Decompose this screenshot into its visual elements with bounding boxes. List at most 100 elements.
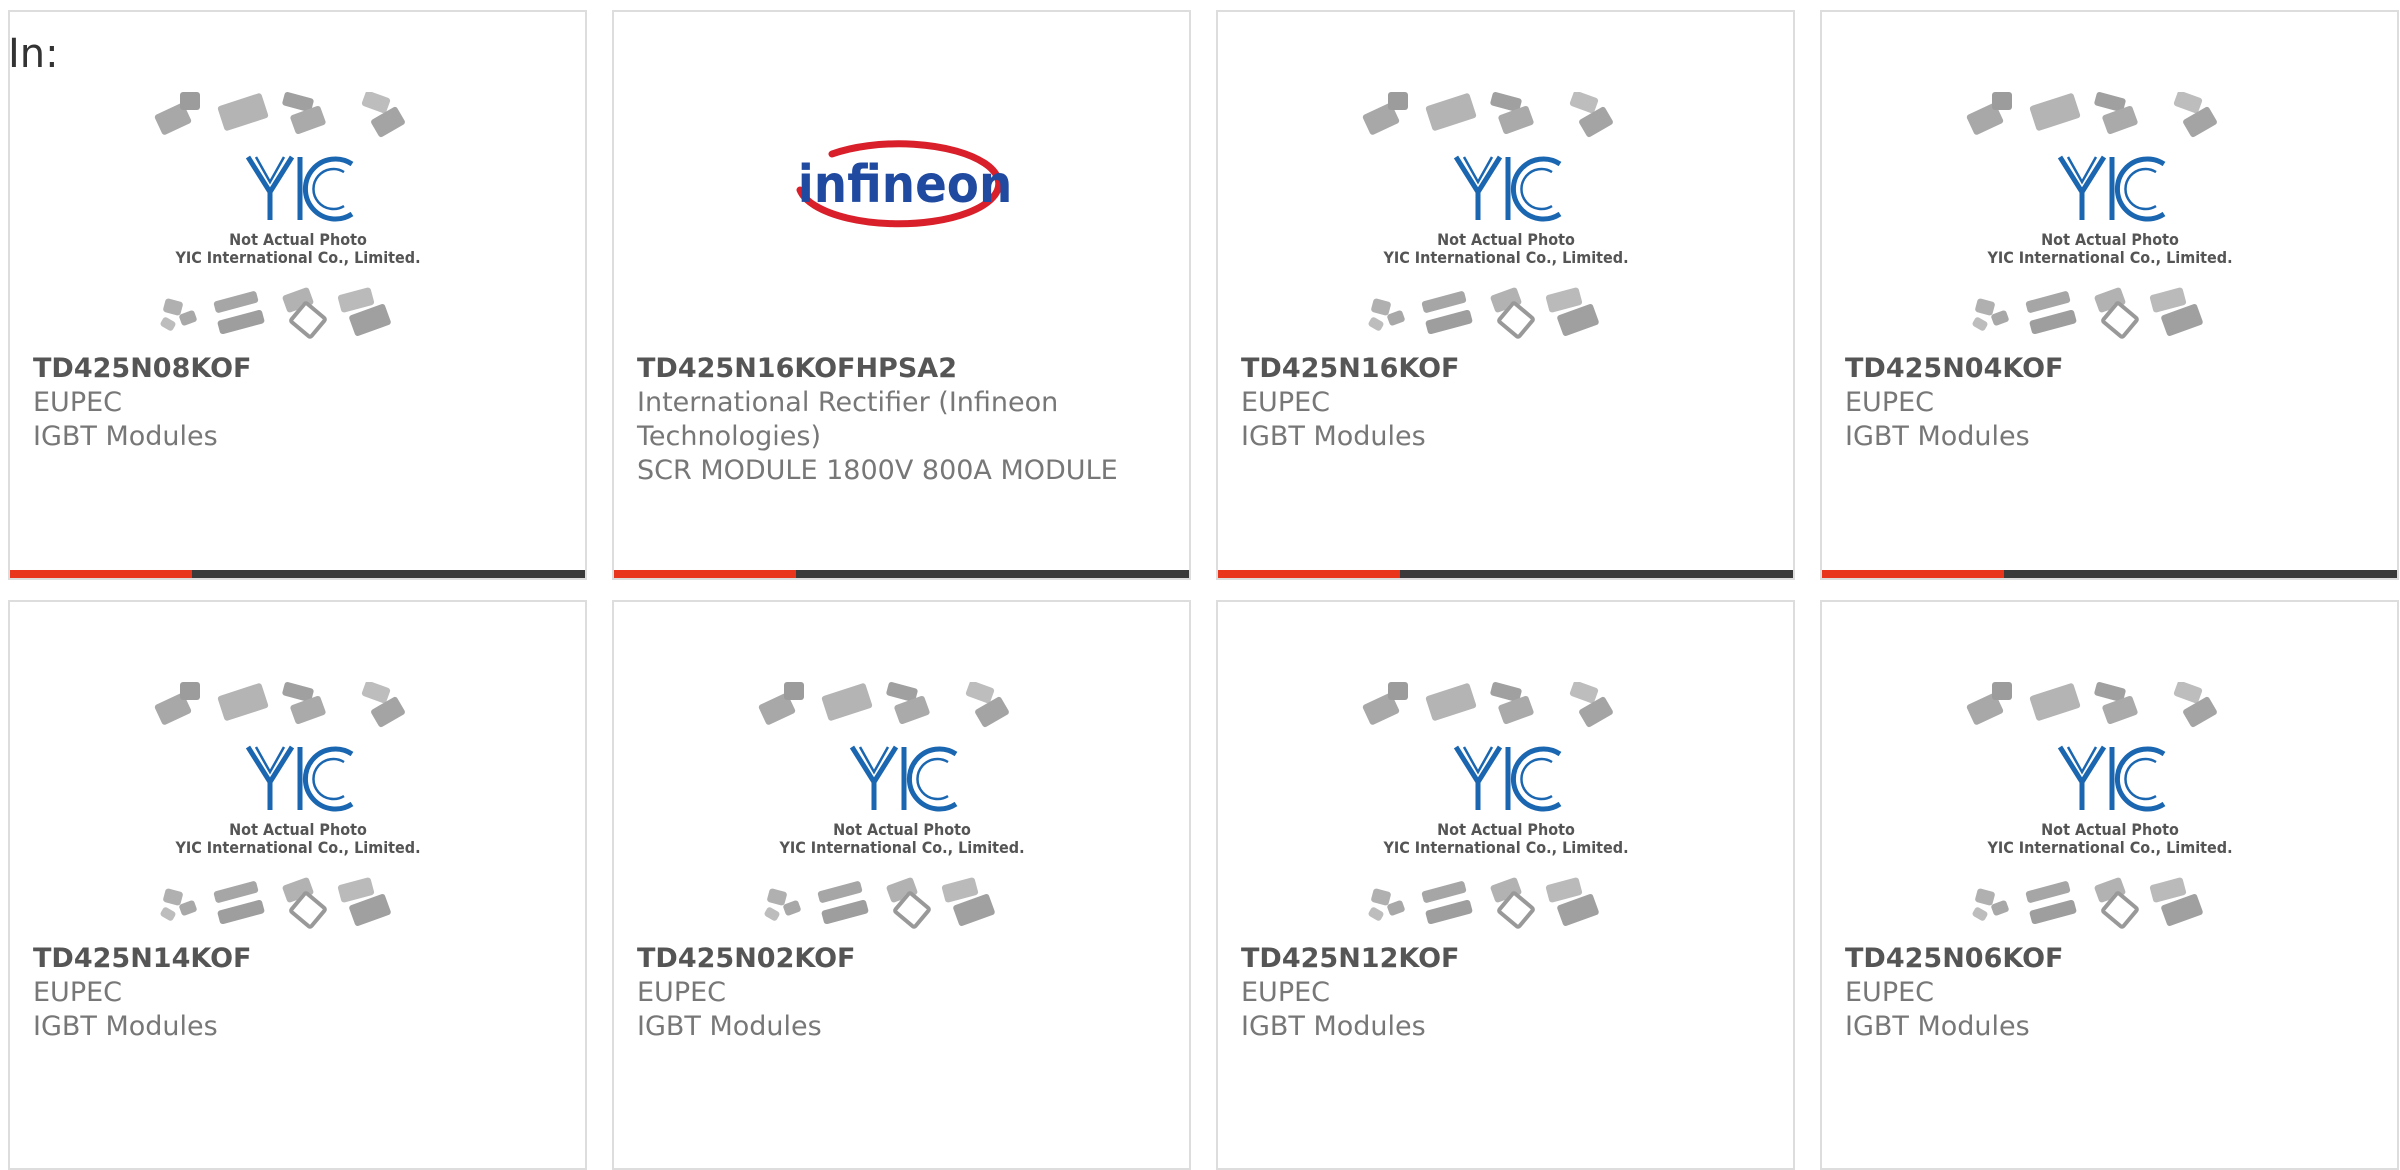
product-card-1[interactable]: infineon TD425N16KOFHPSA2 International … xyxy=(612,10,1191,580)
product-category: IGBT Modules xyxy=(33,1011,218,1042)
yic-logo xyxy=(245,745,353,812)
card-progress-accent xyxy=(10,570,192,578)
yic-placeholder-image: Not Actual PhotoYIC International Co., L… xyxy=(154,682,420,929)
not-actual-photo-text: Not Actual Photo xyxy=(229,820,367,839)
not-actual-photo-text: Not Actual Photo xyxy=(1437,230,1575,249)
chip-cluster-top xyxy=(1362,92,1613,138)
product-part-number[interactable]: TD425N02KOF xyxy=(637,942,1171,976)
product-card-0[interactable]: Not Actual Photo YIC International Co., L… xyxy=(8,10,587,580)
product-manufacturer: EUPEC xyxy=(637,977,727,1008)
company-name-text: YIC International Co., Limited. xyxy=(174,248,420,267)
company-name-text: YIC International Co., Limited. xyxy=(174,838,420,857)
product-image[interactable]: Not Actual Photo YIC International Co., L… xyxy=(1218,682,1793,952)
product-category: IGBT Modules xyxy=(1241,421,1426,452)
product-part-number[interactable]: TD425N06KOF xyxy=(1845,942,2379,976)
product-image[interactable]: Not Actual Photo YIC International Co., L… xyxy=(1822,92,2397,362)
product-info: TD425N06KOF EUPEC IGBT Modules xyxy=(1845,942,2379,1044)
card-progress-bar xyxy=(10,570,585,578)
yic-logo xyxy=(1453,745,1561,812)
not-actual-photo-text: Not Actual Photo xyxy=(2041,820,2179,839)
card-progress-accent xyxy=(1822,570,2004,578)
product-manufacturer: EUPEC xyxy=(1241,977,1331,1008)
chip-cluster-bottom xyxy=(1972,877,2203,929)
product-info: TD425N12KOF EUPEC IGBT Modules xyxy=(1241,942,1775,1044)
yic-placeholder-image: Not Actual PhotoYIC International Co., L… xyxy=(1362,682,1628,929)
product-part-number[interactable]: TD425N14KOF xyxy=(33,942,567,976)
product-image[interactable]: Not Actual Photo YIC International Co., L… xyxy=(1822,682,2397,952)
card-progress-accent xyxy=(1218,570,1400,578)
product-category: IGBT Modules xyxy=(1845,1011,2030,1042)
product-manufacturer: International Rectifier (Infineon Techno… xyxy=(637,387,1059,452)
product-part-number[interactable]: TD425N04KOF xyxy=(1845,352,2379,386)
card-progress-bar xyxy=(1218,570,1793,578)
yic-logo xyxy=(2057,155,2165,222)
product-part-number[interactable]: TD425N16KOF xyxy=(1241,352,1775,386)
product-part-number[interactable]: TD425N16KOFHPSA2 xyxy=(637,352,1171,386)
product-info: TD425N14KOF EUPEC IGBT Modules xyxy=(33,942,567,1044)
company-name-text: YIC International Co., Limited. xyxy=(778,838,1024,857)
infineon-logo: infineon xyxy=(796,140,1012,228)
product-info: TD425N02KOF EUPEC IGBT Modules xyxy=(637,942,1171,1044)
product-image[interactable]: Not Actual Photo YIC International Co., L… xyxy=(1218,92,1793,362)
product-category: IGBT Modules xyxy=(1241,1011,1426,1042)
product-info: TD425N08KOF EUPEC IGBT Modules xyxy=(33,352,567,454)
yic-placeholder-image: Not Actual PhotoYIC International Co., L… xyxy=(758,682,1024,929)
chip-cluster-bottom xyxy=(160,287,391,339)
company-name-text: YIC International Co., Limited. xyxy=(1986,838,2232,857)
yic-placeholder-image: Not Actual PhotoYIC International Co., L… xyxy=(1966,92,2232,339)
company-name-text: YIC International Co., Limited. xyxy=(1382,838,1628,857)
product-info: TD425N04KOF EUPEC IGBT Modules xyxy=(1845,352,2379,454)
not-actual-photo-text: Not Actual Photo xyxy=(229,230,367,249)
product-card-6[interactable]: Not Actual Photo YIC International Co., L… xyxy=(1216,600,1795,1170)
product-category: IGBT Modules xyxy=(637,1011,822,1042)
not-actual-photo-text: Not Actual Photo xyxy=(2041,230,2179,249)
product-grid: Not Actual Photo YIC International Co., L… xyxy=(8,10,2399,1170)
product-card-5[interactable]: Not Actual Photo YIC International Co., L… xyxy=(612,600,1191,1170)
yic-logo xyxy=(2057,745,2165,812)
product-manufacturer: EUPEC xyxy=(33,977,123,1008)
product-card-2[interactable]: Not Actual Photo YIC International Co., L… xyxy=(1216,10,1795,580)
chip-cluster-top xyxy=(1966,682,2217,728)
product-card-7[interactable]: Not Actual Photo YIC International Co., L… xyxy=(1820,600,2399,1170)
product-card-3[interactable]: Not Actual Photo YIC International Co., L… xyxy=(1820,10,2399,580)
not-actual-photo-text: Not Actual Photo xyxy=(1437,820,1575,839)
yic-logo xyxy=(1453,155,1561,222)
product-image[interactable]: Not Actual Photo YIC International Co., L… xyxy=(10,682,585,952)
yic-logo xyxy=(245,155,353,222)
chip-cluster-top xyxy=(758,682,1009,728)
filter-label: In: xyxy=(8,31,59,77)
product-card-4[interactable]: Not Actual Photo YIC International Co., L… xyxy=(8,600,587,1170)
product-manufacturer: EUPEC xyxy=(1241,387,1331,418)
product-category: SCR MODULE 1800V 800A MODULE xyxy=(637,455,1118,486)
yic-placeholder-image: Not Actual PhotoYIC International Co., L… xyxy=(1966,682,2232,929)
card-progress-bar xyxy=(1822,570,2397,578)
chip-cluster-bottom xyxy=(764,877,995,929)
chip-cluster-bottom xyxy=(1368,287,1599,339)
product-category: IGBT Modules xyxy=(1845,421,2030,452)
chip-cluster-bottom xyxy=(1972,287,2203,339)
product-manufacturer: EUPEC xyxy=(1845,387,1935,418)
not-actual-photo-text: Not Actual Photo xyxy=(833,820,971,839)
chip-cluster-top xyxy=(154,682,405,728)
company-name-text: YIC International Co., Limited. xyxy=(1382,248,1628,267)
product-info: TD425N16KOF EUPEC IGBT Modules xyxy=(1241,352,1775,454)
product-manufacturer: EUPEC xyxy=(1845,977,1935,1008)
product-image[interactable]: Not Actual Photo YIC International Co., L… xyxy=(10,92,585,362)
product-part-number[interactable]: TD425N08KOF xyxy=(33,352,567,386)
company-name-text: YIC International Co., Limited. xyxy=(1986,248,2232,267)
chip-cluster-top xyxy=(154,92,405,138)
card-progress-bar xyxy=(614,570,1189,578)
chip-cluster-bottom xyxy=(160,877,391,929)
product-manufacturer: EUPEC xyxy=(33,387,123,418)
yic-placeholder-image: Not Actual PhotoYIC International Co., L… xyxy=(1362,92,1628,339)
chip-cluster-top xyxy=(1966,92,2217,138)
product-category: IGBT Modules xyxy=(33,421,218,452)
svg-text:infineon: infineon xyxy=(797,155,1012,215)
yic-logo xyxy=(849,745,957,812)
product-info: TD425N16KOFHPSA2 International Rectifier… xyxy=(637,352,1171,488)
chip-cluster-top xyxy=(1362,682,1613,728)
product-part-number[interactable]: TD425N12KOF xyxy=(1241,942,1775,976)
product-image[interactable]: Not Actual Photo YIC International Co., L… xyxy=(614,682,1189,952)
yic-placeholder-image: Not Actual PhotoYIC International Co., L… xyxy=(154,92,420,339)
card-progress-accent xyxy=(614,570,796,578)
